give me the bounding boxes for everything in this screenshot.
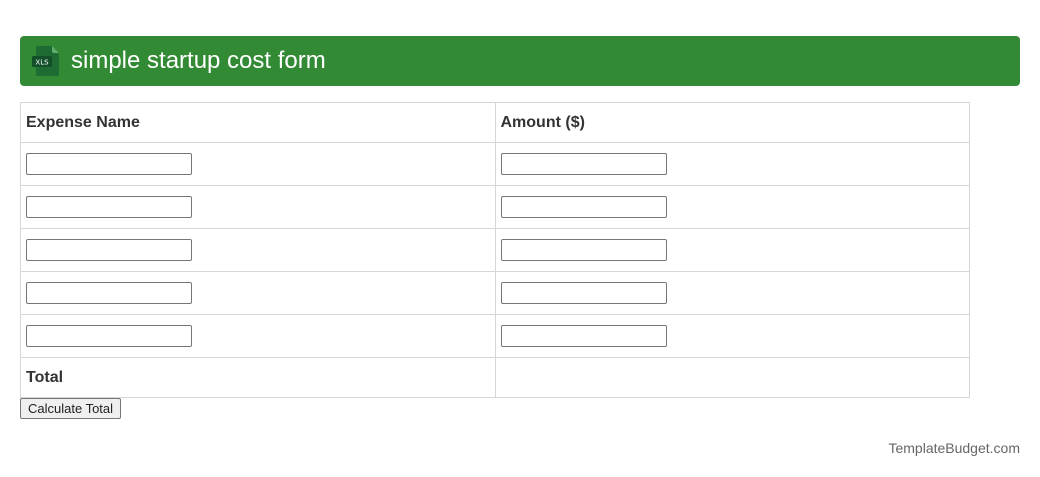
amount-input[interactable]	[500, 282, 667, 304]
total-label: Total	[20, 357, 496, 398]
page: XLS simple startup cost form Expense Nam…	[0, 0, 1040, 477]
table-header-row: Expense Name Amount ($)	[20, 102, 970, 143]
expense-name-cell	[20, 185, 496, 229]
xls-file-icon: XLS	[32, 46, 59, 76]
amount-cell	[494, 271, 970, 315]
cost-table: Expense Name Amount ($) Total	[20, 102, 970, 398]
expense-name-input[interactable]	[26, 239, 192, 261]
expense-name-input[interactable]	[26, 282, 192, 304]
page-header: XLS simple startup cost form	[20, 36, 1020, 86]
amount-cell	[494, 314, 970, 358]
expense-name-input[interactable]	[26, 325, 192, 347]
amount-cell	[494, 228, 970, 272]
amount-input[interactable]	[500, 153, 667, 175]
expense-name-input[interactable]	[26, 196, 192, 218]
column-header-expense-name: Expense Name	[20, 102, 496, 143]
footer-brand-link[interactable]: TemplateBudget.com	[888, 439, 1020, 457]
expense-name-input[interactable]	[26, 153, 192, 175]
table-row	[20, 271, 970, 315]
expense-name-cell	[20, 314, 496, 358]
amount-input[interactable]	[500, 196, 667, 218]
amount-input[interactable]	[500, 239, 667, 261]
column-header-amount: Amount ($)	[494, 102, 970, 143]
page-title: simple startup cost form	[71, 47, 326, 74]
total-value	[494, 357, 970, 398]
calculate-total-button[interactable]: Calculate Total	[20, 398, 122, 419]
xls-icon-label: XLS	[35, 59, 49, 67]
amount-input[interactable]	[500, 325, 667, 347]
table-row	[20, 185, 970, 229]
amount-cell	[494, 185, 970, 229]
expense-name-cell	[20, 228, 496, 272]
table-row	[20, 142, 970, 186]
expense-name-cell	[20, 271, 496, 315]
table-row	[20, 228, 970, 272]
total-row: Total	[20, 357, 970, 398]
amount-cell	[494, 142, 970, 186]
table-row	[20, 314, 970, 358]
expense-name-cell	[20, 142, 496, 186]
